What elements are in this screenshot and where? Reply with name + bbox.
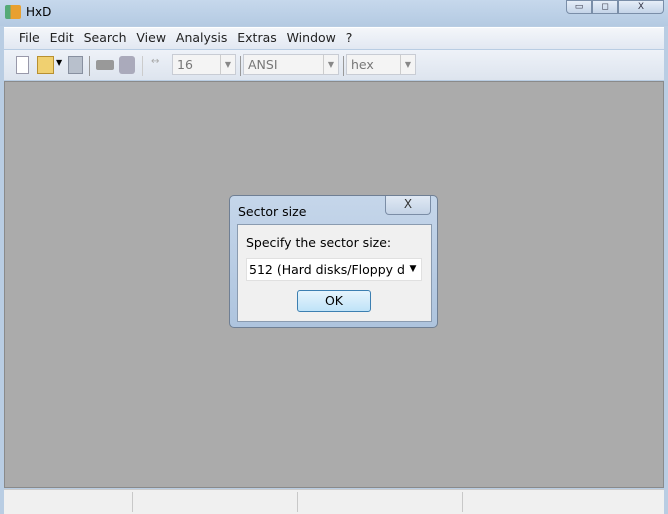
menu-edit[interactable]: Edit: [47, 28, 77, 48]
menu-analysis[interactable]: Analysis: [173, 28, 231, 48]
chevron-down-icon: ▼: [400, 55, 415, 74]
open-ram-icon[interactable]: [96, 60, 114, 70]
menu-window[interactable]: Window: [284, 28, 339, 48]
title-bar: HxD ▭ ◻ X: [0, 0, 668, 26]
chevron-down-icon: ▼: [220, 55, 235, 74]
maximize-button[interactable]: ◻: [592, 0, 618, 14]
sector-size-value: 512 (Hard disks/Floppy disks): [249, 262, 422, 277]
bytes-per-row-value: 16: [177, 57, 193, 72]
sector-size-label: Specify the sector size:: [246, 235, 392, 250]
menu-search[interactable]: Search: [81, 28, 130, 48]
chevron-down-icon: ▼: [323, 55, 338, 74]
window-title: HxD: [26, 5, 52, 19]
offset-base-value: hex: [351, 57, 374, 72]
open-disk-icon[interactable]: [119, 56, 135, 74]
charset-value: ANSI: [248, 57, 278, 72]
dialog-close-button[interactable]: X: [385, 196, 431, 215]
hxd-app-icon: [5, 5, 21, 19]
bytes-per-row-select[interactable]: 16 ▼: [172, 54, 236, 75]
toolbar: ▼ ↔ 16 ▼ ANSI ▼ hex ▼: [4, 50, 664, 80]
ok-button[interactable]: OK: [297, 290, 371, 312]
open-file-icon[interactable]: [37, 56, 54, 74]
status-bar: [4, 489, 664, 514]
menu-extras[interactable]: Extras: [234, 28, 280, 48]
bytes-per-row-icon: ↔: [151, 56, 160, 67]
new-file-icon[interactable]: [16, 56, 29, 74]
chevron-down-icon: ▼: [405, 259, 421, 280]
status-panel: [4, 492, 133, 512]
menu-help[interactable]: ?: [343, 28, 356, 48]
charset-select[interactable]: ANSI ▼: [243, 54, 339, 75]
dialog-body: Specify the sector size: 512 (Hard disks…: [237, 224, 432, 322]
menu-file[interactable]: File: [16, 28, 43, 48]
sector-size-dialog: Sector size X Specify the sector size: 5…: [229, 195, 438, 328]
status-panel: [298, 492, 463, 512]
dialog-title: Sector size: [238, 204, 307, 219]
status-panel: [133, 492, 298, 512]
menu-view[interactable]: View: [133, 28, 169, 48]
offset-base-select[interactable]: hex ▼: [346, 54, 416, 75]
close-button[interactable]: X: [618, 0, 664, 14]
minimize-button[interactable]: ▭: [566, 0, 592, 14]
save-icon[interactable]: [68, 56, 83, 74]
open-dropdown-icon[interactable]: ▼: [56, 58, 62, 76]
sector-size-select[interactable]: 512 (Hard disks/Floppy disks) ▼: [246, 258, 422, 281]
menu-bar: File Edit Search View Analysis Extras Wi…: [4, 27, 664, 49]
